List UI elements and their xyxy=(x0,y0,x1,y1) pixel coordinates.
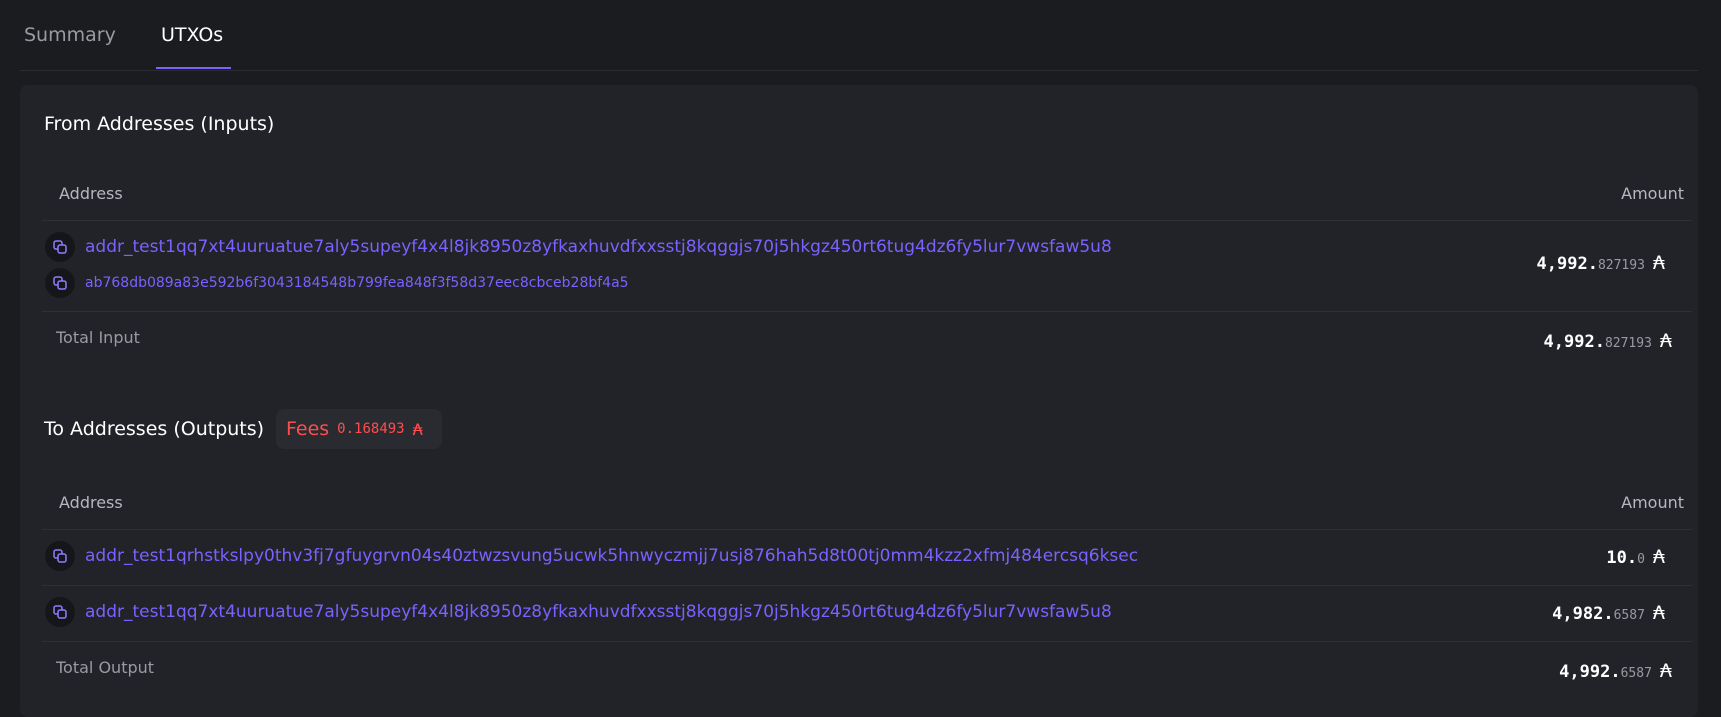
output-amount: 4,982. 6587 ₳ xyxy=(1552,602,1665,624)
ada-icon: ₳ xyxy=(1652,546,1665,568)
divider xyxy=(42,641,1692,642)
copy-icon xyxy=(53,549,67,563)
output-address-link[interactable]: addr_test1qrhstkslpy0thv3fj7gfuygrvn04s4… xyxy=(85,546,1138,566)
active-tab-indicator xyxy=(156,67,231,69)
outputs-amount-header: Amount xyxy=(1621,493,1684,512)
amount-decimal: 0 xyxy=(1637,552,1645,567)
tab-utxos[interactable]: UTXOs xyxy=(161,24,223,46)
divider xyxy=(42,529,1692,530)
ada-icon: ₳ xyxy=(1652,602,1665,624)
copy-address-button[interactable] xyxy=(45,541,75,571)
copy-address-button[interactable] xyxy=(45,597,75,627)
total-output-amount: 4,992. 6587 ₳ xyxy=(1559,660,1672,682)
outputs-address-header: Address xyxy=(59,493,123,512)
amount-decimal: 6587 xyxy=(1620,666,1652,681)
output-address-link[interactable]: addr_test1qq7xt4uuruatue7aly5supeyf4x4l8… xyxy=(85,602,1112,622)
output-amount: 10. 0 ₳ xyxy=(1606,546,1665,568)
amount-integer: 10. xyxy=(1606,548,1638,568)
amount-integer: 4,982. xyxy=(1552,604,1614,624)
tab-summary[interactable]: Summary xyxy=(24,24,116,46)
total-output-label: Total Output xyxy=(56,658,155,677)
ada-icon: ₳ xyxy=(1659,660,1672,682)
tab-bar: Summary UTXOs xyxy=(20,0,1698,71)
outputs-table: Address Amount addr_test1qrhstkslpy0thv3… xyxy=(20,85,1698,717)
amount-integer: 4,992. xyxy=(1559,662,1621,682)
amount-decimal: 6587 xyxy=(1613,608,1645,623)
copy-icon xyxy=(53,605,67,619)
divider xyxy=(42,585,1692,586)
